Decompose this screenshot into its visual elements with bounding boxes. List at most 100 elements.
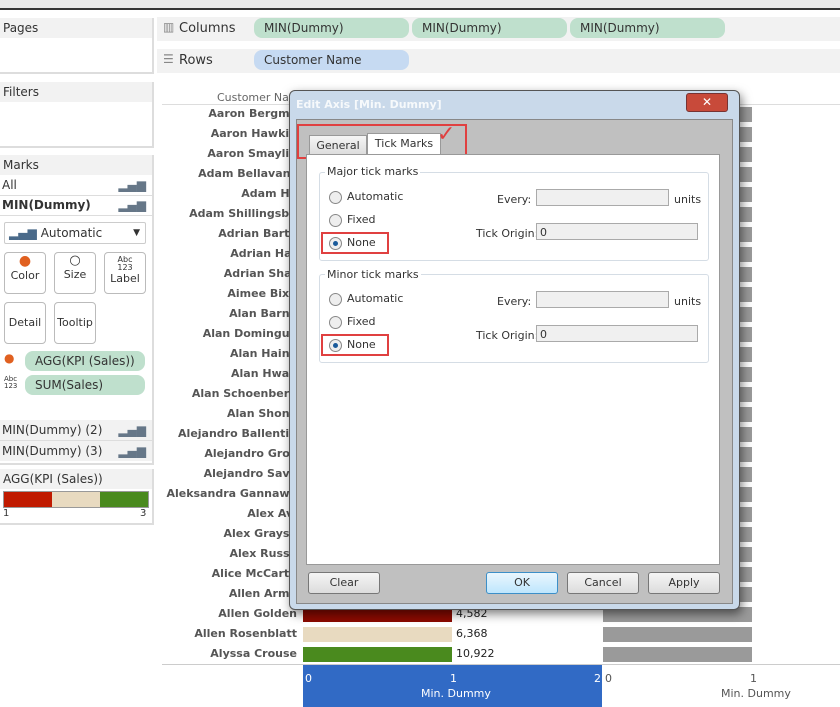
min-dummy-2-label: MIN(Dummy) (2) — [2, 423, 103, 437]
toolbar — [0, 0, 840, 10]
customer-name[interactable]: Alex Grayso — [224, 527, 297, 540]
customer-name[interactable]: Adam Shillingsbu — [189, 207, 297, 220]
label-label: Label — [110, 272, 140, 285]
pages-title: Pages — [0, 18, 152, 38]
highlight-box — [321, 232, 389, 254]
mark-type-value: Automatic — [40, 226, 103, 240]
rows-icon: ☰ — [163, 52, 174, 66]
customer-name[interactable]: Allen Golden — [218, 607, 297, 620]
detail-card[interactable]: Detail — [4, 302, 46, 344]
customer-name[interactable]: Aaron Smaylin — [207, 147, 297, 160]
minor-tick-origin-input[interactable]: 0 — [536, 325, 698, 342]
customer-name[interactable]: Alejandro Save — [204, 467, 297, 480]
ok-button[interactable]: OK — [486, 572, 558, 594]
major-every-label: Every: — [497, 193, 532, 206]
column-pill[interactable]: MIN(Dummy) — [570, 18, 725, 38]
customer-name[interactable]: Alan Hwan — [231, 367, 297, 380]
size-label: Size — [63, 268, 87, 281]
dummy-bar[interactable] — [603, 647, 752, 662]
customer-name[interactable]: Allen Armo — [229, 587, 297, 600]
customer-name[interactable]: Alyssa Crouse — [210, 647, 297, 660]
column-pill[interactable]: MIN(Dummy) — [412, 18, 567, 38]
customer-name[interactable]: Alex Russe — [229, 547, 297, 560]
tooltip-label: Tooltip — [57, 316, 93, 329]
marks-card: Marks All ▂▄▆ MIN(Dummy) ▂▄▆ ▂▄▆ Automatic ▼… — [0, 155, 154, 465]
detail-label: Detail — [8, 316, 42, 329]
field-pill-sum-sales[interactable]: SUM(Sales) — [25, 375, 145, 395]
major-every-input[interactable] — [536, 189, 669, 206]
customer-name[interactable]: Aimee Bixb — [227, 287, 297, 300]
clear-button[interactable]: Clear — [308, 572, 380, 594]
minor-every-input[interactable] — [536, 291, 669, 308]
marks-all[interactable]: All ▂▄▆ — [0, 175, 152, 196]
customer-name[interactable]: Alan Domingue — [203, 327, 297, 340]
major-units-label: units — [674, 193, 702, 206]
customer-name[interactable]: Adrian Shar — [224, 267, 297, 280]
apply-button[interactable]: Apply — [648, 572, 720, 594]
color-icon: ● — [4, 351, 15, 365]
customer-name[interactable]: Aaron Bergma — [208, 107, 297, 120]
axis-tick: 1 — [450, 672, 457, 685]
customer-name[interactable]: Alan Barne — [229, 307, 297, 320]
minor-every-label: Every: — [497, 295, 532, 308]
legend-title: AGG(KPI (Sales)) — [0, 469, 152, 489]
customer-name[interactable]: Alice McCarth — [212, 567, 297, 580]
column-pill[interactable]: MIN(Dummy) — [254, 18, 409, 38]
axis-title: Min. Dummy — [721, 687, 791, 700]
customer-name[interactable]: Adrian Barto — [218, 227, 297, 240]
customer-name[interactable]: Aaron Hawkin — [211, 127, 297, 140]
cancel-button[interactable]: Cancel — [567, 572, 639, 594]
tooltip-card[interactable]: Tooltip — [54, 302, 96, 344]
close-icon: ✕ — [701, 95, 713, 109]
marks-min-dummy-3[interactable]: MIN(Dummy) (3) ▂▄▆ — [0, 441, 152, 461]
chevron-down-icon: ▼ — [133, 228, 140, 238]
columns-shelf: ▥ Columns MIN(Dummy) MIN(Dummy) MIN(Dumm… — [157, 17, 840, 41]
sales-value-label: 10,922 — [456, 647, 495, 660]
customer-name[interactable]: Alejandro Grov — [204, 447, 297, 460]
axis-min-dummy-2[interactable]: 0 1 Min. Dummy — [603, 665, 840, 707]
customer-name[interactable]: Allen Rosenblatt — [194, 627, 297, 640]
customer-name[interactable]: Alan Haine — [230, 347, 297, 360]
customer-name[interactable]: Alan Shone — [227, 407, 297, 420]
legend-high — [100, 492, 148, 507]
minor-automatic-radio[interactable] — [329, 293, 342, 306]
minor-fixed-radio[interactable] — [329, 316, 342, 329]
major-automatic-radio[interactable] — [329, 191, 342, 204]
dialog-body: General Tick Marks ✓ Major tick marks Mi… — [296, 119, 733, 604]
size-card[interactable]: ○ Size — [54, 252, 96, 294]
close-button[interactable]: ✕ — [686, 93, 728, 112]
kpi-bar[interactable] — [303, 647, 452, 662]
tick-marks-panel: Major tick marks Minor tick marks Automa… — [306, 154, 720, 565]
mark-type-dropdown[interactable]: ▂▄▆ Automatic ▼ — [4, 222, 146, 244]
kpi-bar[interactable] — [303, 627, 452, 642]
filters-title: Filters — [0, 82, 152, 102]
bar-chart-icon: ▂▄▆ — [118, 198, 146, 212]
field-pill-kpi[interactable]: AGG(KPI (Sales)) — [25, 351, 145, 371]
major-fixed-radio[interactable] — [329, 214, 342, 227]
customer-name[interactable]: Alejandro Ballentin — [178, 427, 297, 440]
label-card[interactable]: Abc 123 Label — [104, 252, 146, 294]
legend-gradient[interactable] — [3, 491, 149, 508]
dummy-bar[interactable] — [603, 627, 752, 642]
axis-title: Min. Dummy — [421, 687, 491, 700]
color-card[interactable]: ● Color — [4, 252, 46, 294]
marks-min-dummy[interactable]: MIN(Dummy) ▂▄▆ — [0, 195, 152, 216]
row-pill[interactable]: Customer Name — [254, 50, 409, 70]
minor-units-label: units — [674, 295, 702, 308]
filters-shelf[interactable]: Filters — [0, 82, 154, 148]
marks-min-dummy-2[interactable]: MIN(Dummy) (2) ▂▄▆ — [0, 420, 152, 441]
all-label: All — [2, 178, 17, 192]
customer-name[interactable]: Adrian Har — [230, 247, 297, 260]
major-tick-origin-input[interactable]: 0 — [536, 223, 698, 240]
customer-name[interactable]: Alan Schoenberg — [192, 387, 297, 400]
axis-min-dummy-1[interactable]: 0 1 2 Min. Dummy — [303, 665, 602, 707]
customer-name[interactable]: Adam Bellavanc — [198, 167, 297, 180]
legend-mid — [52, 492, 100, 507]
pages-shelf[interactable]: Pages — [0, 18, 154, 74]
axis-tick: 0 — [305, 672, 312, 685]
axis-tick: 1 — [750, 672, 757, 685]
columns-icon: ▥ — [163, 20, 175, 34]
major-legend: Major tick marks — [325, 165, 421, 178]
customer-name[interactable]: Aleksandra Gannawa — [166, 487, 297, 500]
bar-chart-icon: ▂▄▆ — [118, 444, 146, 458]
